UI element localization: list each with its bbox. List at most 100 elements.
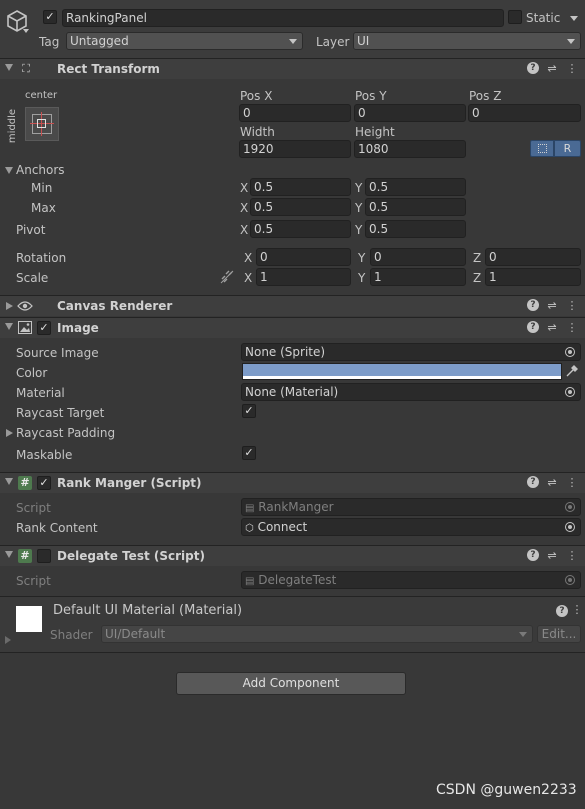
- maskable-label: Maskable: [16, 448, 73, 462]
- static-checkbox[interactable]: [508, 10, 522, 24]
- preview-fold-arrow-icon[interactable]: [5, 636, 11, 644]
- fold-arrow-icon[interactable]: [5, 478, 13, 485]
- max-y-axis-label: Y: [355, 201, 363, 215]
- material-field[interactable]: None (Material): [241, 383, 581, 401]
- maskable-checkbox[interactable]: ✓: [242, 446, 256, 460]
- blueprint-mode-button[interactable]: [530, 140, 554, 157]
- pos-x-label: Pos X: [240, 89, 273, 103]
- help-icon[interactable]: ?: [556, 605, 568, 617]
- rot-z-input[interactable]: 0: [485, 248, 581, 266]
- more-menu-icon[interactable]: ⋮: [565, 476, 579, 490]
- rot-y-axis-label: Y: [358, 251, 366, 265]
- pos-x-input[interactable]: 0: [239, 104, 351, 122]
- eyedropper-icon[interactable]: [566, 365, 578, 377]
- min-label: Min: [31, 181, 53, 195]
- presets-icon[interactable]: ⇌: [545, 321, 559, 335]
- help-icon[interactable]: ?: [527, 321, 539, 333]
- image-component-icon: [18, 321, 32, 334]
- raycast-target-checkbox[interactable]: ✓: [242, 404, 256, 418]
- more-menu-icon[interactable]: ⋮: [570, 603, 584, 617]
- component-title: Canvas Renderer: [57, 299, 173, 313]
- raycast-padding-fold-icon[interactable]: [6, 429, 13, 437]
- min-x-input[interactable]: 0.5: [250, 178, 351, 196]
- material-value: None (Material): [245, 385, 339, 399]
- height-input[interactable]: 1080: [354, 140, 466, 158]
- active-checkbox[interactable]: ✓: [43, 10, 57, 24]
- fold-arrow-icon[interactable]: [6, 302, 13, 310]
- script-label: Script: [16, 574, 51, 588]
- source-image-field[interactable]: None (Sprite): [241, 343, 581, 361]
- layer-dropdown[interactable]: UI: [353, 32, 581, 50]
- scale-z-input[interactable]: 1: [485, 268, 581, 286]
- gameobject-name-input[interactable]: RankingPanel: [62, 9, 504, 27]
- help-icon[interactable]: ?: [527, 549, 539, 561]
- rank-manger-header[interactable]: # ✓ Rank Manger (Script) ? ⇌ ⋮: [0, 472, 585, 493]
- presets-icon[interactable]: ⇌: [545, 549, 559, 563]
- unlinked-scale-icon[interactable]: [220, 270, 234, 284]
- object-picker-icon[interactable]: [565, 347, 575, 357]
- rot-y-input[interactable]: 0: [370, 248, 466, 266]
- static-dropdown-arrow[interactable]: [570, 16, 578, 21]
- pivot-x-input[interactable]: 0.5: [250, 220, 351, 238]
- presets-icon[interactable]: ⇌: [545, 299, 559, 313]
- material-title: Default UI Material (Material): [53, 603, 243, 618]
- object-picker-icon[interactable]: [565, 387, 575, 397]
- scale-y-input[interactable]: 1: [370, 268, 466, 286]
- material-label: Material: [16, 386, 65, 400]
- image-enabled-checkbox[interactable]: ✓: [37, 321, 51, 335]
- script-value: DelegateTest: [258, 573, 337, 587]
- presets-icon[interactable]: ⇌: [545, 62, 559, 76]
- presets-icon[interactable]: ⇌: [545, 476, 559, 490]
- more-menu-icon[interactable]: ⋮: [565, 299, 579, 313]
- add-component-button[interactable]: Add Component: [176, 672, 406, 695]
- more-menu-icon[interactable]: ⋮: [565, 62, 579, 76]
- shader-dropdown[interactable]: UI/Default: [101, 625, 533, 643]
- fold-arrow-icon[interactable]: [5, 323, 13, 330]
- icon-dropdown-arrow[interactable]: [23, 29, 29, 33]
- script-file-icon: ▤: [245, 503, 255, 514]
- canvas-renderer-header[interactable]: Canvas Renderer ? ⇌ ⋮: [0, 295, 585, 316]
- fold-arrow-icon[interactable]: [5, 551, 13, 558]
- separator: [0, 652, 585, 653]
- more-menu-icon[interactable]: ⋮: [565, 321, 579, 335]
- help-icon[interactable]: ?: [527, 62, 539, 74]
- pivot-y-axis-label: Y: [355, 223, 363, 237]
- min-y-input[interactable]: 0.5: [365, 178, 466, 196]
- more-menu-icon[interactable]: ⋮: [565, 549, 579, 563]
- max-x-input[interactable]: 0.5: [250, 198, 351, 216]
- edit-shader-button[interactable]: Edit...: [537, 625, 581, 643]
- fold-arrow-icon[interactable]: [5, 64, 13, 71]
- width-input[interactable]: 1920: [239, 140, 351, 158]
- tag-dropdown[interactable]: Untagged: [66, 32, 303, 50]
- script-field: ▤ DelegateTest: [241, 571, 581, 589]
- scale-z-axis-label: Z: [473, 271, 482, 285]
- component-title: Image: [57, 321, 99, 335]
- help-icon[interactable]: ?: [527, 476, 539, 488]
- object-picker-icon[interactable]: [565, 522, 575, 532]
- anchors-fold-arrow-icon[interactable]: [5, 167, 13, 174]
- delegate-test-enabled-checkbox[interactable]: [37, 549, 51, 563]
- help-icon[interactable]: ?: [527, 299, 539, 311]
- delegate-test-header[interactable]: # Delegate Test (Script) ? ⇌ ⋮: [0, 545, 585, 566]
- rank-content-label: Rank Content: [16, 521, 98, 535]
- max-y-input[interactable]: 0.5: [365, 198, 466, 216]
- script-field: ▤ RankManger: [241, 498, 581, 516]
- pos-y-input[interactable]: 0: [354, 104, 466, 122]
- eye-icon: [17, 301, 33, 311]
- pivot-y-input[interactable]: 0.5: [365, 220, 466, 238]
- anchor-preset-button[interactable]: [25, 107, 59, 141]
- scale-x-input[interactable]: 1: [256, 268, 351, 286]
- rank-content-field[interactable]: ⬡ Connect: [241, 518, 581, 536]
- anchor-h-label: center: [25, 90, 58, 101]
- component-title: Rank Manger (Script): [57, 476, 202, 490]
- rot-x-input[interactable]: 0: [256, 248, 351, 266]
- rect-transform-header[interactable]: ⛶ Rect Transform ? ⇌ ⋮: [0, 58, 585, 79]
- rank-manger-enabled-checkbox[interactable]: ✓: [37, 476, 51, 490]
- pos-z-input[interactable]: 0: [468, 104, 581, 122]
- image-header[interactable]: ✓ Image ? ⇌ ⋮: [0, 317, 585, 338]
- rank-content-value: Connect: [257, 520, 308, 534]
- raw-edit-button[interactable]: R: [554, 140, 581, 157]
- csharp-script-icon: #: [18, 549, 32, 563]
- color-swatch[interactable]: [242, 363, 562, 380]
- min-y-axis-label: Y: [355, 181, 363, 195]
